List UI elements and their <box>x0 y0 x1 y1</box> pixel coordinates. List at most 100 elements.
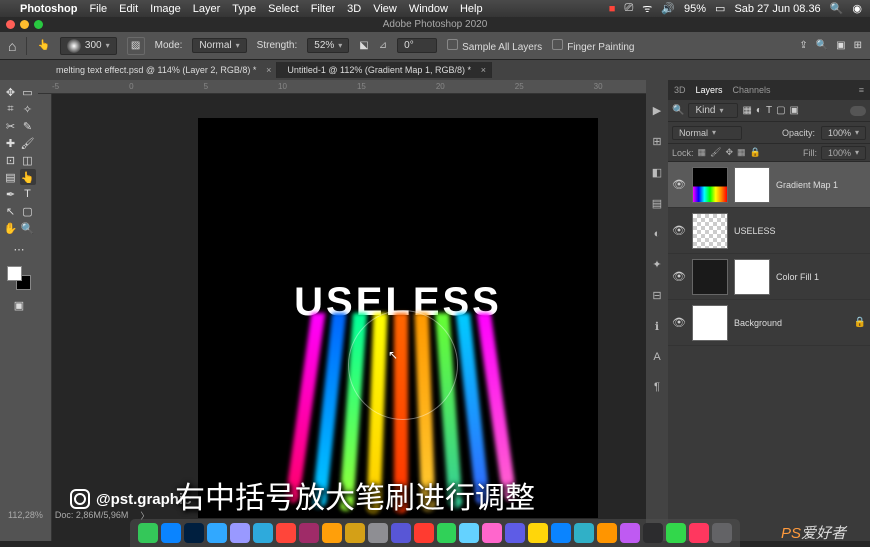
home-icon[interactable]: ⌂ <box>8 38 16 54</box>
visibility-icon[interactable]: 👁 <box>672 316 686 329</box>
strength-input[interactable]: 52%▾ <box>307 38 349 53</box>
dock-app-icon[interactable] <box>322 523 342 543</box>
color-swatches[interactable] <box>7 266 31 290</box>
smudge-tool[interactable]: 👆 <box>20 169 36 185</box>
lasso-tool[interactable]: ⌗ <box>3 101 19 117</box>
close-icon[interactable]: × <box>266 65 271 75</box>
eraser-tool[interactable]: ◫ <box>20 152 36 168</box>
brush-preset-picker[interactable]: 300 ▾ <box>60 37 117 55</box>
filter-toggle[interactable] <box>850 106 866 116</box>
dock-app-icon[interactable] <box>138 523 158 543</box>
dock-app-icon[interactable] <box>414 523 434 543</box>
stamp-tool[interactable]: ⊡ <box>3 152 19 168</box>
dock-app-icon[interactable] <box>437 523 457 543</box>
layer-row[interactable]: 👁 USELESS <box>668 208 870 254</box>
doc-size[interactable]: Doc: 2,86M/5,96M <box>55 510 129 520</box>
menu-photoshop[interactable]: Photoshop <box>20 3 77 15</box>
layer-thumbnail[interactable] <box>692 259 728 295</box>
info-panel-icon[interactable]: ℹ <box>655 320 659 333</box>
layer-row[interactable]: 👁 Color Fill 1 <box>668 254 870 300</box>
filter-adjust-icon[interactable]: ◐ <box>756 105 762 116</box>
history-panel-icon[interactable]: ◧ <box>652 166 662 179</box>
visibility-icon[interactable]: 👁 <box>672 224 686 237</box>
dock-app-icon[interactable] <box>368 523 388 543</box>
tab-channels[interactable]: Channels <box>733 85 771 95</box>
brush-tool[interactable]: 🖌 <box>20 135 36 151</box>
menu-window[interactable]: Window <box>409 3 448 15</box>
dock-app-icon[interactable] <box>459 523 479 543</box>
arrange-icon[interactable]: ⊞ <box>854 40 862 51</box>
menu-layer[interactable]: Layer <box>193 3 221 15</box>
zoom-tool[interactable]: 🔍 <box>20 220 36 236</box>
filter-smart-icon[interactable]: ▣ <box>790 105 799 116</box>
filter-shape-icon[interactable]: ▢ <box>776 105 785 116</box>
layer-name[interactable]: USELESS <box>734 226 776 236</box>
volume-icon[interactable]: 🔊 <box>661 2 675 15</box>
actions-panel-icon[interactable]: ▤ <box>652 197 662 210</box>
artboard-tool[interactable]: ▭ <box>20 84 36 100</box>
close-icon[interactable]: × <box>481 65 486 75</box>
pen-tool[interactable]: ✒ <box>3 186 19 202</box>
filter-kind-select[interactable]: Kind▾ <box>688 103 738 118</box>
menu-type[interactable]: Type <box>232 3 256 15</box>
menu-filter[interactable]: Filter <box>311 3 335 15</box>
mask-thumbnail[interactable] <box>734 259 770 295</box>
path-tool[interactable]: ↖ <box>3 203 19 219</box>
search-docs-icon[interactable]: 🔍 <box>816 40 828 51</box>
search-icon[interactable]: 🔍 <box>830 2 844 15</box>
siri-icon[interactable]: ◉ <box>852 2 862 15</box>
gradient-tool[interactable]: ▤ <box>3 169 19 185</box>
hand-tool[interactable]: ✋ <box>3 220 19 236</box>
dock-app-icon[interactable] <box>505 523 525 543</box>
lock-nest-icon[interactable]: ▦ <box>737 147 746 158</box>
panel-menu-icon[interactable]: ≡ <box>859 85 864 95</box>
menu-edit[interactable]: Edit <box>119 3 138 15</box>
filter-kind-icon[interactable]: 🔍 <box>672 105 684 116</box>
filter-type-icon[interactable]: T <box>766 105 772 116</box>
lock-pos-icon[interactable]: ✥ <box>725 147 733 158</box>
swatches-panel-icon[interactable]: ⊞ <box>652 135 661 148</box>
document-tab[interactable]: Untitled-1 @ 112% (Gradient Map 1, RGB/8… <box>277 62 492 78</box>
wifi-icon[interactable]: ᯤ <box>642 1 652 16</box>
traffic-lights[interactable] <box>6 20 43 29</box>
layer-row[interactable]: 👁 Background 🔒 <box>668 300 870 346</box>
dock-app-icon[interactable] <box>230 523 250 543</box>
dock-app-icon[interactable] <box>689 523 709 543</box>
color-panel-icon[interactable]: ▶ <box>653 104 661 117</box>
wand-tool[interactable]: ✧ <box>20 101 36 117</box>
macos-dock[interactable] <box>130 519 740 547</box>
dock-app-icon[interactable] <box>666 523 686 543</box>
dock-app-icon[interactable] <box>161 523 181 543</box>
tab-3d[interactable]: 3D <box>674 85 686 95</box>
eyedropper-tool[interactable]: ✎ <box>20 118 36 134</box>
move-tool[interactable]: ✥ <box>3 84 19 100</box>
properties-panel-icon[interactable]: ⊟ <box>652 289 661 302</box>
sample-all-layers-checkbox[interactable]: Sample All Layers <box>447 39 542 53</box>
layer-name[interactable]: Background <box>734 318 782 328</box>
dock-app-icon[interactable] <box>207 523 227 543</box>
fill-input[interactable]: 100%▾ <box>821 146 866 160</box>
blend-mode-select[interactable]: Normal▾ <box>192 38 246 53</box>
lock-all-icon[interactable]: 🔒 <box>750 147 761 158</box>
styles-panel-icon[interactable]: ✦ <box>652 258 661 271</box>
layer-thumbnail[interactable] <box>692 213 728 249</box>
menu-help[interactable]: Help <box>460 3 483 15</box>
layer-name[interactable]: Gradient Map 1 <box>776 180 838 190</box>
dock-app-icon[interactable] <box>345 523 365 543</box>
angle-input[interactable]: 0° <box>397 38 437 53</box>
menu-view[interactable]: View <box>373 3 397 15</box>
lock-trans-icon[interactable]: ▦ <box>698 147 707 158</box>
zoom-level[interactable]: 112,28% <box>8 510 43 520</box>
tab-layers[interactable]: Layers <box>696 85 723 95</box>
heal-tool[interactable]: ✚ <box>3 135 19 151</box>
visibility-icon[interactable]: 👁 <box>672 270 686 283</box>
dock-app-icon[interactable] <box>620 523 640 543</box>
layer-row[interactable]: 👁 Gradient Map 1 <box>668 162 870 208</box>
dock-app-icon[interactable] <box>276 523 296 543</box>
layer-name[interactable]: Color Fill 1 <box>776 272 819 282</box>
dock-app-icon[interactable] <box>643 523 663 543</box>
brush-settings-icon[interactable]: ▨ <box>127 37 145 55</box>
visibility-icon[interactable]: 👁 <box>672 178 686 191</box>
character-panel-icon[interactable]: A <box>653 351 660 363</box>
dock-app-icon[interactable] <box>597 523 617 543</box>
